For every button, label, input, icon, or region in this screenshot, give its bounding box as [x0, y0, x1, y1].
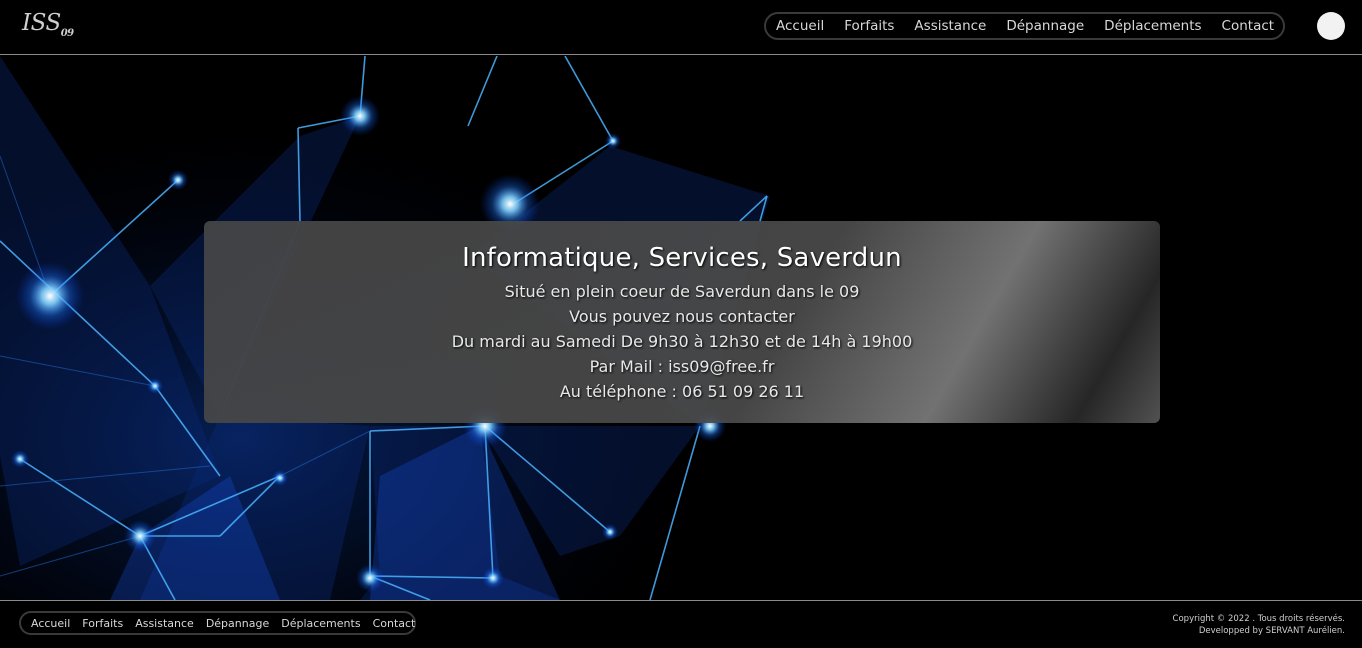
footer-nav-deplacements[interactable]: Déplacements — [281, 617, 360, 630]
main-nav: Accueil Forfaits Assistance Dépannage Dé… — [764, 12, 1285, 40]
hero-email[interactable]: Par Mail : iss09@free.fr — [204, 354, 1160, 379]
theme-toggle-button[interactable] — [1317, 12, 1345, 40]
info-panel: Informatique, Services, Saverdun Situé e… — [204, 221, 1160, 423]
copyright-text: Copyright © 2022 . Tous droits réservés. — [1172, 614, 1345, 624]
hero-hours: Du mardi au Samedi De 9h30 à 12h30 et de… — [451, 332, 913, 351]
hero-contact-intro: Vous pouvez nous contacter — [569, 307, 795, 326]
site-footer: Accueil Forfaits Assistance Dépannage Dé… — [0, 600, 1362, 648]
site-header: ISS09 Accueil Forfaits Assistance Dépann… — [0, 0, 1362, 55]
hero-location: Situé en plein coeur de Saverdun dans le… — [504, 282, 860, 301]
footer-nav-forfaits[interactable]: Forfaits — [82, 617, 123, 630]
logo-sub: 09 — [60, 28, 74, 39]
hero-title: Informatique, Services, Saverdun — [462, 243, 902, 273]
site-logo[interactable]: ISS09 — [22, 10, 74, 39]
footer-nav-contact[interactable]: Contact — [373, 617, 416, 630]
nav-accueil[interactable]: Accueil — [776, 18, 824, 34]
hero-phone[interactable]: Au téléphone : 06 51 09 26 11 — [204, 379, 1160, 404]
hero-section: Informatique, Services, Saverdun Situé e… — [0, 56, 1362, 600]
footer-nav-assistance[interactable]: Assistance — [135, 617, 194, 630]
footer-nav-depannage[interactable]: Dépannage — [206, 617, 269, 630]
footer-credits: Copyright © 2022 . Tous droits réservés.… — [1173, 613, 1345, 637]
logo-main: ISS — [22, 10, 61, 36]
nav-assistance[interactable]: Assistance — [914, 18, 986, 34]
footer-nav-accueil[interactable]: Accueil — [31, 617, 70, 630]
nav-contact[interactable]: Contact — [1222, 18, 1275, 34]
nav-deplacements[interactable]: Déplacements — [1104, 18, 1201, 34]
nav-depannage[interactable]: Dépannage — [1006, 18, 1084, 34]
footer-nav: Accueil Forfaits Assistance Dépannage Dé… — [19, 611, 416, 635]
developer-credit: Developped by SERVANT Aurélien. — [1198, 626, 1345, 636]
nav-forfaits[interactable]: Forfaits — [844, 18, 894, 34]
